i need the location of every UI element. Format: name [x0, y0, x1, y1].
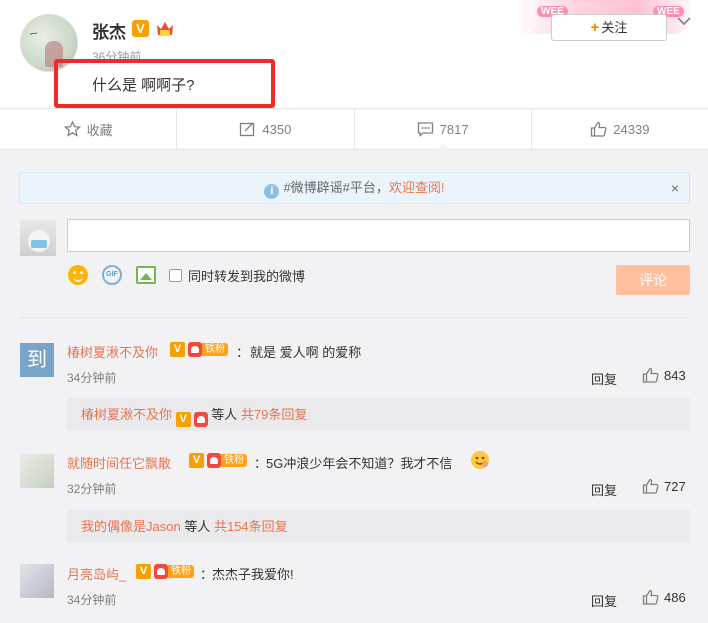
reply-button[interactable]: 回复	[591, 369, 617, 388]
verified-badge-icon: V	[170, 342, 185, 357]
emoji-icon[interactable]	[67, 264, 89, 286]
reply-button[interactable]: 回复	[591, 591, 617, 610]
user-badges: V 铁粉	[136, 564, 194, 579]
my-avatar	[20, 220, 56, 256]
comment-time: 34分钟前	[67, 593, 117, 607]
commenter-name[interactable]: 就随时间任它飘散	[67, 453, 171, 472]
heart-icon	[188, 342, 202, 357]
heart-icon	[154, 564, 168, 579]
plus-icon: +	[590, 19, 600, 36]
fan-badge: 铁粉	[154, 564, 194, 579]
comment-time: 32分钟前	[67, 482, 117, 496]
repost-button[interactable]: 4350	[177, 109, 355, 149]
commenter-avatar[interactable]: 到	[20, 343, 54, 377]
fan-badge: 铁粉	[188, 342, 228, 357]
image-icon[interactable]	[135, 264, 157, 286]
highlight-box	[54, 59, 275, 108]
comment-icon	[417, 122, 433, 137]
star-icon	[63, 121, 81, 137]
verified-badge-icon: V	[175, 412, 191, 427]
thumbs-up-icon	[591, 121, 607, 137]
like-button[interactable]: 24339	[532, 109, 708, 149]
comment-like-button[interactable]: 486	[642, 589, 686, 605]
comment-button[interactable]: 7817	[355, 109, 532, 150]
fan-badge: 铁粉	[207, 453, 247, 468]
user-badges: V 铁粉	[189, 453, 247, 468]
thumbs-up-icon	[642, 589, 659, 605]
submit-comment-button[interactable]: 评论	[616, 265, 690, 295]
share-icon	[240, 122, 255, 137]
follow-button[interactable]: + 关注	[551, 14, 667, 41]
comment-like-button[interactable]: 727	[642, 478, 686, 494]
verified-badge-icon: V	[132, 20, 149, 37]
favorite-button[interactable]: 收藏	[0, 109, 178, 149]
action-bar: 收藏 4350 7817 24339	[0, 108, 708, 150]
thumbs-up-icon	[642, 478, 659, 494]
comment-text: 杰杰子我爱你!	[212, 567, 294, 582]
thumbs-up-icon	[642, 367, 659, 383]
commenter-avatar[interactable]	[20, 564, 54, 598]
comments-section: i #微博辟谣#平台，欢迎查阅! × GIF 同时转发到我的微博 评论 到 椿树夏…	[0, 150, 708, 623]
author-name[interactable]: 张杰	[92, 18, 126, 43]
comment-text: 就是 爱人啊 的爱称	[250, 345, 362, 360]
composer-toolbar: GIF 同时转发到我的微博	[67, 264, 305, 286]
verified-badge-icon: V	[136, 564, 151, 579]
commenter-name[interactable]: 椿树夏湫不及你	[67, 342, 158, 361]
divider	[19, 317, 690, 318]
repost-checkbox-label: 同时转发到我的微博	[188, 268, 306, 284]
verified-badge-icon: V	[189, 453, 204, 468]
comment-time: 34分钟前	[67, 371, 117, 385]
commenter-avatar[interactable]	[20, 454, 54, 488]
vip-crown-icon	[157, 22, 173, 36]
sub-replies-link[interactable]: 椿树夏湫不及你 V 等人 共79条回复	[67, 398, 690, 431]
heart-icon	[207, 453, 221, 468]
chevron-down-icon[interactable]	[675, 12, 693, 30]
sub-replies-link[interactable]: 我的偶像是Jason 等人 共154条回复	[67, 510, 690, 543]
emoji-icon	[471, 451, 489, 469]
comment-like-button[interactable]: 843	[642, 367, 686, 383]
gif-icon[interactable]: GIF	[101, 264, 123, 286]
comment-text: 5G冲浪少年会不知道？我才不信	[266, 456, 453, 471]
commenter-name[interactable]: 月亮岛屿_	[67, 564, 126, 583]
close-icon[interactable]: ×	[671, 173, 679, 203]
info-icon: i	[264, 184, 280, 199]
notice-link[interactable]: 欢迎查阅!	[389, 180, 445, 195]
reply-button[interactable]: 回复	[591, 480, 617, 499]
user-badges: V 铁粉	[170, 342, 228, 357]
heart-icon	[193, 412, 208, 427]
notice-bar: i #微博辟谣#平台，欢迎查阅! ×	[19, 172, 690, 204]
repost-checkbox[interactable]	[169, 268, 182, 282]
comment-input[interactable]	[67, 219, 690, 252]
